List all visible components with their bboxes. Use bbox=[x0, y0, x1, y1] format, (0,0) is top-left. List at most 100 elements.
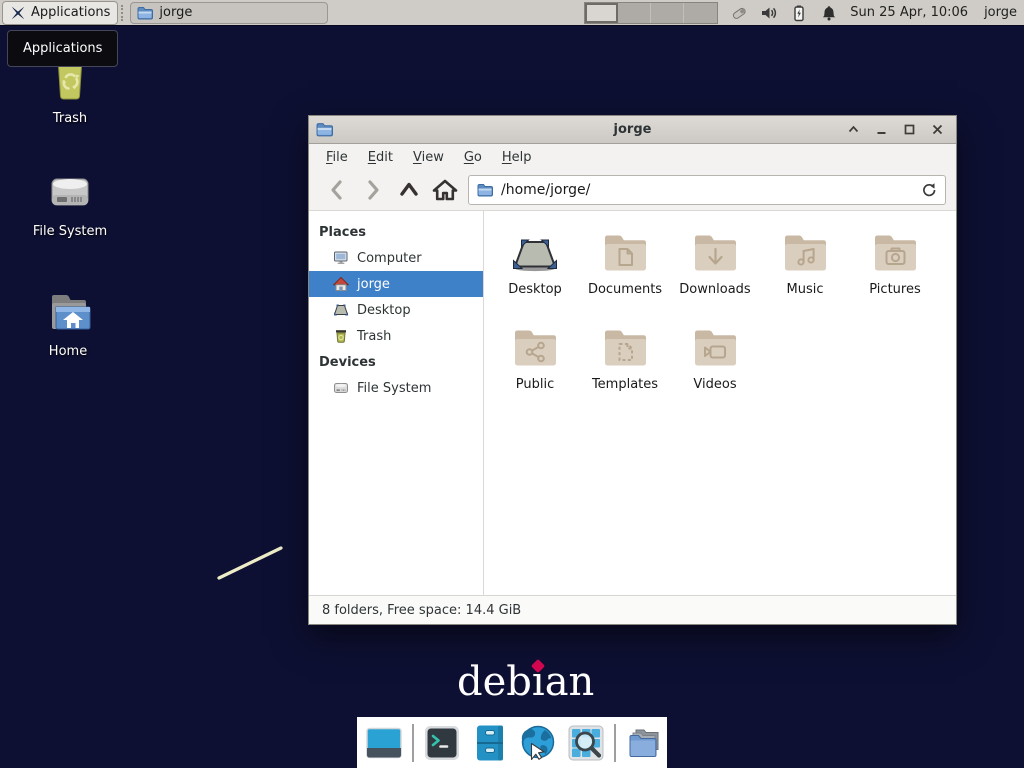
menu-file[interactable]: File bbox=[317, 146, 357, 169]
music-folder-icon bbox=[781, 229, 829, 277]
sidebar-item-filesystem-label: File System bbox=[357, 381, 431, 396]
file-desktop[interactable]: Desktop bbox=[490, 225, 580, 320]
menu-bar: File Edit View Go Help bbox=[309, 144, 956, 170]
downloads-folder-icon bbox=[691, 229, 739, 277]
file-documents[interactable]: Documents bbox=[580, 225, 670, 320]
back-button[interactable] bbox=[319, 175, 355, 205]
dock-separator bbox=[412, 724, 414, 762]
file-label: Music bbox=[787, 282, 824, 297]
app-finder-icon bbox=[566, 723, 606, 763]
status-text: 8 folders, Free space: 14.4 GiB bbox=[322, 603, 521, 618]
public-folder-icon bbox=[511, 324, 559, 372]
menu-go[interactable]: Go bbox=[455, 146, 491, 169]
menu-view[interactable]: View bbox=[404, 146, 453, 169]
sidebar-item-computer[interactable]: Computer bbox=[309, 245, 483, 271]
workspace-1[interactable] bbox=[585, 3, 618, 23]
sidebar-item-computer-label: Computer bbox=[357, 251, 422, 266]
battery-icon[interactable] bbox=[790, 4, 808, 22]
taskbar-window-label: jorge bbox=[159, 5, 192, 20]
dock-separator bbox=[614, 724, 616, 762]
file-manager-window: jorge File Edit View Go Help bbox=[308, 115, 957, 625]
workspace-2[interactable] bbox=[618, 3, 651, 23]
terminal-launcher[interactable] bbox=[422, 723, 462, 763]
folders-stack-icon bbox=[624, 723, 664, 763]
chevron-right-icon bbox=[362, 178, 384, 202]
sidebar: Places Computer jorge bbox=[309, 211, 484, 595]
up-button[interactable] bbox=[391, 175, 427, 205]
file-videos[interactable]: Videos bbox=[670, 320, 760, 415]
web-browser-launcher[interactable] bbox=[518, 723, 558, 763]
system-tray bbox=[730, 4, 838, 22]
menu-help[interactable]: Help bbox=[493, 146, 541, 169]
window-titlebar[interactable]: jorge bbox=[309, 116, 956, 144]
home-button[interactable] bbox=[427, 175, 463, 205]
home-icon bbox=[432, 178, 458, 202]
templates-folder-icon bbox=[601, 324, 649, 372]
panel-clock[interactable]: Sun 25 Apr, 10:06 bbox=[850, 5, 968, 20]
app-finder-launcher[interactable] bbox=[566, 723, 606, 763]
show-desktop-icon bbox=[364, 723, 404, 763]
desktop-icon-filesystem[interactable]: File System bbox=[22, 169, 118, 239]
desktop-icon-home[interactable]: Home bbox=[20, 289, 116, 359]
sidebar-item-trash-label: Trash bbox=[357, 329, 391, 344]
directory-menu-launcher[interactable] bbox=[624, 723, 664, 763]
computer-icon bbox=[333, 250, 349, 266]
file-music[interactable]: Music bbox=[760, 225, 850, 320]
forward-button[interactable] bbox=[355, 175, 391, 205]
shade-button[interactable] bbox=[846, 123, 860, 137]
status-bar: 8 folders, Free space: 14.4 GiB bbox=[309, 595, 956, 624]
sidebar-item-trash[interactable]: Trash bbox=[309, 323, 483, 349]
applications-tooltip-text: Applications bbox=[23, 41, 102, 56]
desktop-icon-home-label: Home bbox=[49, 344, 87, 359]
sidebar-item-desktop[interactable]: Desktop bbox=[309, 297, 483, 323]
volume-icon[interactable] bbox=[760, 4, 778, 22]
file-label: Public bbox=[516, 377, 554, 392]
reload-icon[interactable] bbox=[921, 182, 937, 198]
file-label: Documents bbox=[588, 282, 662, 297]
bell-icon[interactable] bbox=[820, 4, 838, 22]
sidebar-item-jorge-label: jorge bbox=[357, 277, 390, 292]
xfce-logo-icon bbox=[10, 5, 26, 21]
file-label: Downloads bbox=[679, 282, 750, 297]
close-button[interactable] bbox=[930, 123, 944, 137]
home-folder-icon bbox=[44, 289, 92, 337]
minimize-button[interactable] bbox=[874, 123, 888, 137]
hard-drive-icon bbox=[46, 169, 94, 217]
file-downloads[interactable]: Downloads bbox=[670, 225, 760, 320]
applications-menu-button[interactable]: Applications bbox=[2, 1, 118, 25]
sidebar-item-desktop-label: Desktop bbox=[357, 303, 411, 318]
desktop-icon bbox=[333, 302, 349, 318]
sidebar-item-filesystem[interactable]: File System bbox=[309, 375, 483, 401]
workspace-3[interactable] bbox=[651, 3, 684, 23]
debian-logo-i: i bbox=[532, 659, 545, 705]
debian-logo: debian bbox=[457, 660, 594, 704]
workspace-switcher[interactable] bbox=[584, 2, 718, 24]
taskbar-window-button[interactable]: jorge bbox=[130, 2, 328, 24]
sidebar-item-jorge[interactable]: jorge bbox=[309, 271, 483, 297]
desktop-stray-line bbox=[210, 540, 295, 590]
toolbar: /home/jorge/ bbox=[309, 170, 956, 211]
input-device-icon[interactable] bbox=[730, 4, 748, 22]
trash-icon bbox=[333, 328, 349, 344]
file-label: Desktop bbox=[508, 282, 562, 297]
file-templates[interactable]: Templates bbox=[580, 320, 670, 415]
videos-folder-icon bbox=[691, 324, 739, 372]
desktop-icon-trash-label: Trash bbox=[53, 111, 87, 126]
globe-browser-icon bbox=[518, 723, 558, 763]
top-panel: Applications jorge bbox=[0, 0, 1024, 26]
menu-edit[interactable]: Edit bbox=[359, 146, 402, 169]
file-label: Pictures bbox=[869, 282, 920, 297]
path-input[interactable]: /home/jorge/ bbox=[501, 182, 913, 198]
path-bar[interactable]: /home/jorge/ bbox=[468, 175, 946, 205]
file-label: Videos bbox=[693, 377, 736, 392]
desktop-item-icon bbox=[511, 229, 559, 277]
file-public[interactable]: Public bbox=[490, 320, 580, 415]
maximize-button[interactable] bbox=[902, 123, 916, 137]
file-manager-launcher[interactable] bbox=[470, 723, 510, 763]
panel-username[interactable]: jorge bbox=[984, 5, 1017, 20]
file-pictures[interactable]: Pictures bbox=[850, 225, 940, 320]
workspace-4[interactable] bbox=[684, 3, 717, 23]
applications-tooltip: Applications bbox=[7, 30, 118, 67]
desktop-icon-filesystem-label: File System bbox=[33, 224, 107, 239]
show-desktop-button[interactable] bbox=[364, 723, 404, 763]
